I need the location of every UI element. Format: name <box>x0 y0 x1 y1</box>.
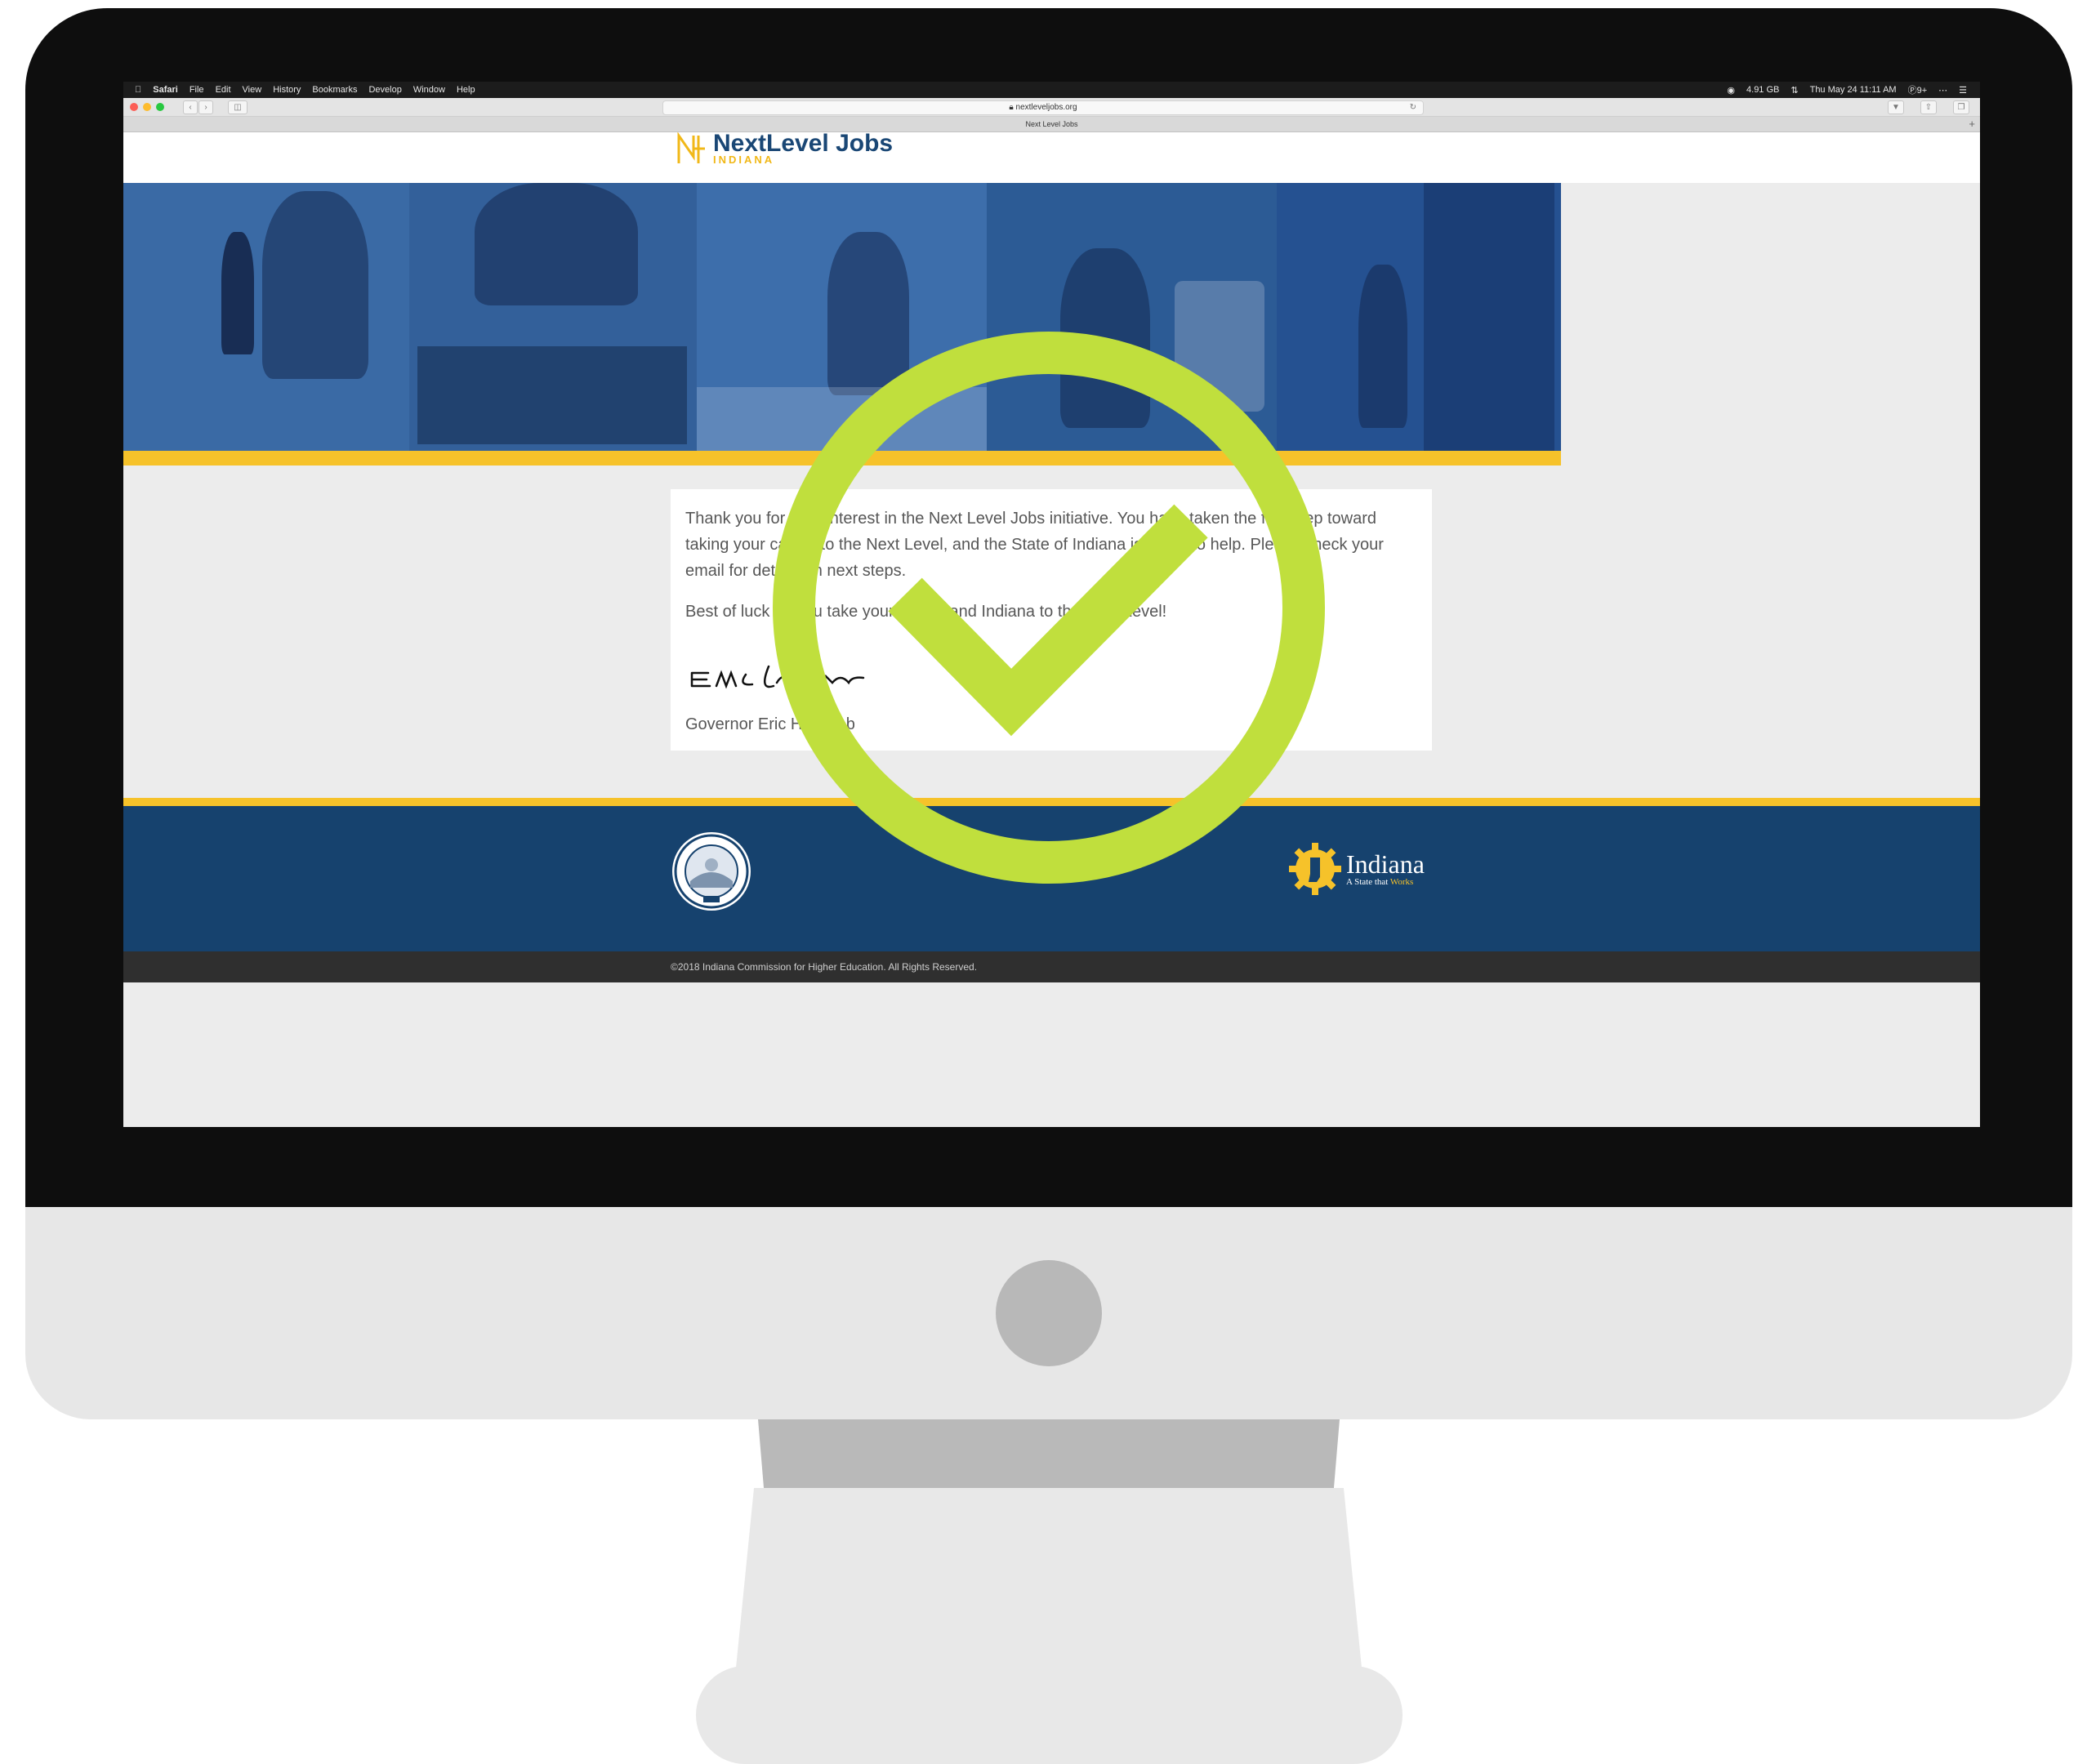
eye-icon[interactable]: ◉ <box>1727 85 1735 96</box>
back-button[interactable]: ‹ <box>183 100 198 114</box>
sidebar-toggle-icon[interactable]: ◫ <box>228 100 248 114</box>
logo-brand-text: NextLevel Jobs <box>713 129 894 157</box>
imac-stand <box>735 1488 1362 1676</box>
site-header: NextLevel Jobs INDIANA <box>123 129 1980 183</box>
reload-icon[interactable]: ↻ <box>1410 101 1416 114</box>
tabs-overview-icon[interactable]: ❐ <box>1953 100 1969 114</box>
share-icon[interactable]: ⇧ <box>1920 100 1937 114</box>
more-icon[interactable]: ⋯ <box>1938 85 1947 96</box>
hero-photo-1 <box>123 183 409 451</box>
apple-icon[interactable]:  <box>135 85 141 95</box>
address-bar[interactable]: 🔒︎ nextleveljobs.org ↻ <box>662 100 1424 115</box>
copyright-bar: ©2018 Indiana Commission for Higher Educ… <box>123 951 1980 982</box>
menu-edit[interactable]: Edit <box>216 85 231 95</box>
menu-bookmarks[interactable]: Bookmarks <box>312 85 357 95</box>
imac-stand-band <box>758 1419 1340 1489</box>
lock-icon: 🔒︎ <box>1009 103 1014 112</box>
macos-menubar:  Safari File Edit View History Bookmark… <box>123 82 1980 98</box>
notification-badge[interactable]: Ⓟ9+ <box>1908 83 1928 96</box>
state-seal-icon[interactable] <box>671 831 752 912</box>
check-mark-icon <box>773 332 1325 884</box>
browser-toolbar: ‹ › ◫ 🔒︎ nextleveljobs.org ↻ ▼ ⇧ ❐ <box>123 98 1980 117</box>
tab-next-level-jobs[interactable]: Next Level Jobs <box>1025 120 1077 128</box>
minimize-window-button[interactable] <box>143 103 151 111</box>
clock[interactable]: Thu May 24 11:11 AM <box>1810 85 1897 95</box>
nextlevel-logo-icon <box>677 132 705 163</box>
menu-file[interactable]: File <box>190 85 204 95</box>
url-text: nextleveljobs.org <box>1015 103 1077 112</box>
menu-view[interactable]: View <box>243 85 262 95</box>
menu-history[interactable]: History <box>273 85 301 95</box>
tab-bar: Next Level Jobs + <box>123 117 1980 132</box>
hero-photo-2 <box>409 183 697 451</box>
close-window-button[interactable] <box>130 103 138 111</box>
menu-window[interactable]: Window <box>413 85 445 95</box>
downloads-icon[interactable]: ▼ <box>1888 100 1904 114</box>
site-logo[interactable]: NextLevel Jobs INDIANA <box>676 129 894 165</box>
copyright-text: ©2018 Indiana Commission for Higher Educ… <box>671 961 978 973</box>
menu-develop[interactable]: Develop <box>368 85 401 95</box>
state-tagline: A State that Works <box>1346 877 1414 887</box>
indiana-wordmark: Indiana A State that Works <box>1346 851 1425 887</box>
list-icon[interactable]: ☰ <box>1959 85 1967 96</box>
new-tab-button[interactable]: + <box>1969 117 1975 131</box>
network-icon[interactable]: ⇅ <box>1791 85 1798 96</box>
imac-stand-foot <box>696 1666 1403 1764</box>
apple-logo-placeholder <box>996 1260 1102 1366</box>
menu-app-name[interactable]: Safari <box>153 85 178 95</box>
logo-wordmark: NextLevel Jobs INDIANA <box>713 129 894 165</box>
memory-readout[interactable]: 4.91 GB <box>1746 85 1779 95</box>
zoom-window-button[interactable] <box>156 103 164 111</box>
forward-button[interactable]: › <box>198 100 213 114</box>
menu-help[interactable]: Help <box>457 85 475 95</box>
state-name: Indiana <box>1346 849 1425 879</box>
